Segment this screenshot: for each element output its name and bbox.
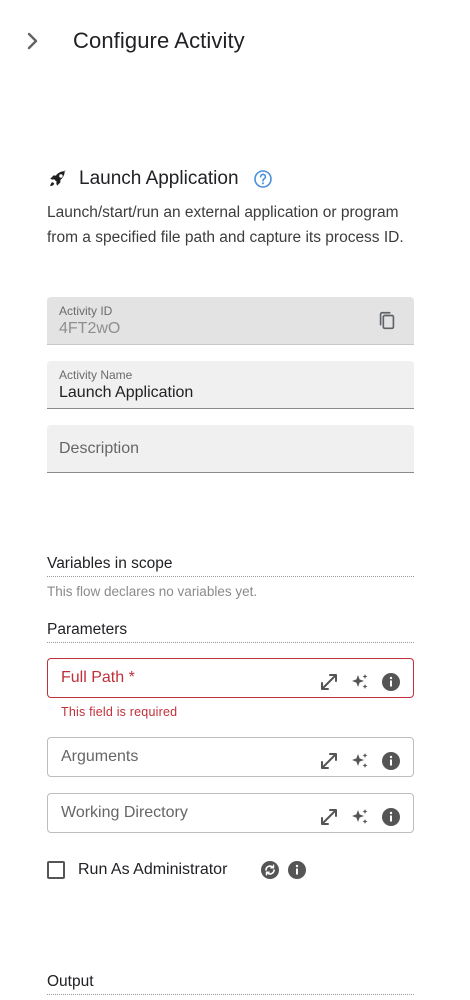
run-as-admin-label[interactable]: Run As Administrator bbox=[78, 861, 227, 879]
full-path-label: Full Path * bbox=[61, 669, 135, 686]
activity-id-label: Activity ID bbox=[59, 304, 113, 318]
working-directory-label: Working Directory bbox=[61, 804, 188, 821]
header: Configure Activity bbox=[0, 0, 470, 84]
description-placeholder: Description bbox=[59, 440, 140, 457]
help-circle-icon[interactable] bbox=[253, 169, 273, 189]
activity-heading: Launch Application bbox=[47, 166, 273, 192]
run-as-admin-row: Run As Administrator bbox=[47, 858, 314, 882]
activity-id-field: Activity ID 4FT2wO bbox=[47, 297, 414, 345]
activity-description: Launch/start/run an external application… bbox=[47, 204, 404, 246]
ai-sparkle-icon[interactable] bbox=[350, 807, 370, 827]
ai-sparkle-icon[interactable] bbox=[350, 672, 370, 692]
run-as-admin-checkbox[interactable] bbox=[47, 861, 65, 879]
full-path-actions bbox=[308, 672, 401, 692]
description-field[interactable]: Description bbox=[47, 425, 414, 473]
variables-section-title: Variables in scope bbox=[47, 555, 414, 577]
arguments-actions bbox=[308, 751, 401, 771]
expand-icon[interactable] bbox=[319, 751, 339, 771]
info-icon[interactable] bbox=[381, 751, 401, 771]
activity-name-label: Activity Name bbox=[59, 368, 133, 382]
activity-title: Launch Application bbox=[79, 168, 239, 189]
chevron-right-icon bbox=[27, 32, 38, 50]
sync-icon[interactable] bbox=[260, 860, 280, 880]
activity-name-value[interactable]: Launch Application bbox=[59, 384, 193, 402]
working-directory-actions bbox=[308, 807, 401, 827]
arguments-field[interactable]: Arguments bbox=[47, 737, 414, 777]
run-as-admin-actions bbox=[260, 860, 314, 880]
collapse-panel-button[interactable] bbox=[20, 28, 46, 54]
arguments-label: Arguments bbox=[61, 748, 139, 765]
info-icon[interactable] bbox=[381, 672, 401, 692]
expand-icon[interactable] bbox=[319, 672, 339, 692]
variables-note: This flow declares no variables yet. bbox=[47, 584, 258, 599]
expand-icon[interactable] bbox=[319, 807, 339, 827]
info-icon[interactable] bbox=[381, 807, 401, 827]
page-title: Configure Activity bbox=[73, 28, 245, 53]
copy-icon[interactable] bbox=[376, 310, 398, 332]
parameters-section-title: Parameters bbox=[47, 621, 414, 643]
full-path-error: This field is required bbox=[61, 705, 178, 719]
info-icon[interactable] bbox=[287, 860, 307, 880]
activity-name-field[interactable]: Activity Name Launch Application bbox=[47, 361, 414, 409]
full-path-field[interactable]: Full Path * bbox=[47, 658, 414, 698]
rocket-icon bbox=[50, 170, 66, 187]
output-section-title: Output bbox=[47, 973, 414, 995]
working-directory-field[interactable]: Working Directory bbox=[47, 793, 414, 833]
ai-sparkle-icon[interactable] bbox=[350, 751, 370, 771]
activity-id-value: 4FT2wO bbox=[59, 320, 121, 337]
